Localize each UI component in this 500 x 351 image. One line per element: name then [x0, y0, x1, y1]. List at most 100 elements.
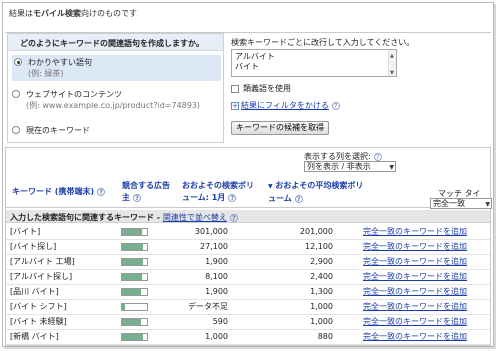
- columns-select-value: 列を表示 / 非表示: [307, 162, 371, 171]
- row-keyword: [アルバイト探し]: [10, 272, 73, 281]
- help-icon[interactable]: ?: [228, 193, 237, 202]
- competition-fill: [122, 274, 142, 280]
- table-row: [アルバイト探し] 8,100 2,400 完全一致のキーワードを追加: [6, 270, 490, 285]
- scroll-down-icon[interactable]: ▼: [390, 68, 394, 78]
- help-icon[interactable]: ?: [373, 152, 382, 161]
- row-global-volume: 301,000: [194, 227, 228, 236]
- header-local-volume[interactable]: ▼ おおよその平均検索ボリューム?: [268, 180, 368, 205]
- add-exact-match-link[interactable]: 完全一致のキーワードを追加: [363, 240, 467, 254]
- expand-plus-icon[interactable]: +: [231, 101, 239, 110]
- keyword-config: どのようにキーワードの関連語句を作成しますか。 わかりやすい語句 (例: 緑茶)…: [5, 32, 491, 143]
- help-icon[interactable]: ?: [331, 101, 340, 110]
- row-keyword: [バイト 未経験]: [10, 317, 67, 326]
- table-row: [アルバイト 工場] 1,900 2,900 完全一致のキーワードを追加: [6, 255, 490, 270]
- mobile-notice: 結果はモバイル検索向けのものです: [9, 8, 137, 19]
- sort-by-relevance-link[interactable]: 関連性で並べ替え: [163, 213, 227, 222]
- option-current-keywords[interactable]: 現在のキーワード: [12, 125, 90, 136]
- synonyms-label: 類義語を使用: [243, 84, 291, 93]
- header-competition-label: 競合する広告主: [122, 181, 170, 202]
- match-type-value: 完全一致: [433, 199, 465, 208]
- table-header: キーワード (携帯端末)? 競合する広告主? おおよその検索ボリューム: 1月?…: [6, 176, 490, 208]
- add-exact-match-link[interactable]: 完全一致のキーワードを追加: [363, 330, 467, 344]
- add-exact-match-link[interactable]: 完全一致のキーワードを追加: [363, 345, 467, 346]
- table-row: [品川 バイト] 1,900 1,300 完全一致のキーワードを追加: [6, 285, 490, 300]
- row-local-volume: 1,000: [310, 317, 333, 326]
- row-global-volume: データ不足: [188, 302, 228, 311]
- table-row: [バイト シフト] データ不足 1,000 完全一致のキーワードを追加: [6, 300, 490, 315]
- get-keyword-ideas-button[interactable]: キーワードの候補を取得: [231, 121, 329, 135]
- row-global-volume: 1,900: [205, 257, 228, 266]
- radio-icon[interactable]: [12, 126, 20, 134]
- row-keyword: [アルバイト 工場]: [10, 257, 75, 266]
- radio-selected-icon[interactable]: [14, 58, 22, 66]
- results-table: 表示する列を選択:? 列を表示 / 非表示 ▼ キーワード (携帯端末)? 競合…: [5, 147, 492, 346]
- header-keyword[interactable]: キーワード (携帯端末)?: [12, 186, 112, 198]
- columns-label-text: 表示する列を選択:: [304, 152, 371, 161]
- row-local-volume: 201,000: [299, 227, 333, 236]
- table-row: [新橋 バイト] 1,000 880 完全一致のキーワードを追加: [6, 330, 490, 345]
- competition-fill: [122, 229, 142, 235]
- source-question: どのようにキーワードの関連語句を作成しますか。: [8, 34, 223, 51]
- competition-bar: [121, 243, 148, 251]
- table-row: [バイト 未経験] 590 1,000 完全一致のキーワードを追加: [6, 315, 490, 330]
- help-icon[interactable]: ?: [294, 194, 303, 203]
- textarea-scrollbar[interactable]: ▲ ▼: [388, 50, 396, 76]
- columns-select[interactable]: 列を表示 / 非表示 ▼: [304, 161, 396, 172]
- row-local-volume: 2,900: [310, 257, 333, 266]
- keyword-line: バイト: [235, 62, 259, 71]
- help-icon[interactable]: ?: [133, 193, 141, 202]
- keyword-entry-title: 検索キーワードごとに改行して入力してください。: [231, 38, 415, 47]
- header-competition[interactable]: 競合する広告主?: [122, 180, 170, 204]
- header-global-volume[interactable]: おおよその検索ボリューム: 1月?: [182, 180, 260, 204]
- add-exact-match-link[interactable]: 完全一致のキーワードを追加: [363, 270, 467, 284]
- option-label: ウェブサイトのコンテンツ: [26, 90, 122, 99]
- option-example: (例: 緑茶): [28, 69, 64, 78]
- source-options-panel: どのようにキーワードの関連語句を作成しますか。 わかりやすい語句 (例: 緑茶)…: [7, 33, 224, 143]
- option-descriptive-words[interactable]: わかりやすい語句 (例: 緑茶): [12, 55, 221, 81]
- synonyms-checkbox[interactable]: [231, 84, 239, 93]
- competition-bar: [121, 258, 148, 266]
- option-website-content[interactable]: ウェブサイトのコンテンツ (例: www.example.co.jp/produ…: [12, 89, 200, 111]
- row-keyword: [1日バイト]: [10, 345, 53, 346]
- add-exact-match-link[interactable]: 完全一致のキーワードを追加: [363, 300, 467, 314]
- add-exact-match-link[interactable]: 完全一致のキーワードを追加: [363, 315, 467, 329]
- filter-results-link[interactable]: 結果にフィルタをかける: [241, 100, 329, 111]
- dropdown-arrow-icon: ▼: [389, 164, 394, 171]
- row-local-volume: 720: [318, 345, 333, 346]
- row-local-volume: 1,300: [310, 287, 333, 296]
- sort-desc-icon: ▼: [268, 183, 273, 190]
- keyword-tool-panel: 結果はモバイル検索向けのものです どのようにキーワードの関連語句を作成しますか。…: [2, 2, 494, 347]
- competition-bar: [121, 333, 148, 341]
- competition-fill: [122, 259, 144, 265]
- competition-bar: [121, 318, 148, 326]
- keyword-entry-panel: 検索キーワードごとに改行して入力してください。 アルバイト バイト ▲ ▼ 類義…: [227, 33, 491, 143]
- option-example: (例: www.example.co.jp/product?id=74893): [26, 101, 201, 110]
- row-keyword: [品川 バイト]: [10, 287, 59, 296]
- radio-icon[interactable]: [12, 90, 20, 98]
- option-label: わかりやすい語句: [28, 58, 92, 67]
- row-local-volume: 2,400: [310, 272, 333, 281]
- help-icon[interactable]: ?: [229, 213, 238, 222]
- notice-suffix: 向けのものです: [81, 9, 137, 18]
- match-type-select[interactable]: 完全一致 ▼: [430, 198, 492, 209]
- competition-bar: [121, 303, 148, 311]
- row-local-volume: 12,100: [305, 242, 333, 251]
- section-title: 入力した検索語句に関連するキーワード -: [10, 213, 161, 222]
- competition-fill: [122, 334, 144, 340]
- filter-results[interactable]: + 結果にフィルタをかける ?: [231, 100, 340, 111]
- keywords-textarea[interactable]: アルバイト バイト ▲ ▼: [231, 49, 397, 77]
- row-global-volume: 27,100: [200, 242, 228, 251]
- row-local-volume: 880: [317, 332, 333, 341]
- competition-fill: [122, 289, 141, 295]
- row-global-volume: 590: [212, 317, 228, 326]
- help-icon[interactable]: ?: [97, 187, 106, 196]
- row-keyword: [バイト]: [10, 227, 41, 236]
- add-exact-match-link[interactable]: 完全一致のキーワードを追加: [363, 225, 467, 239]
- table-row: [バイト探し] 27,100 12,100 完全一致のキーワードを追加: [6, 240, 490, 255]
- row-global-volume: 8,100: [205, 272, 228, 281]
- row-keyword: [新橋 バイト]: [10, 332, 59, 341]
- synonyms-option[interactable]: 類義語を使用: [231, 83, 291, 94]
- add-exact-match-link[interactable]: 完全一致のキーワードを追加: [363, 285, 467, 299]
- scroll-up-icon[interactable]: ▲: [390, 51, 394, 61]
- add-exact-match-link[interactable]: 完全一致のキーワードを追加: [363, 255, 467, 269]
